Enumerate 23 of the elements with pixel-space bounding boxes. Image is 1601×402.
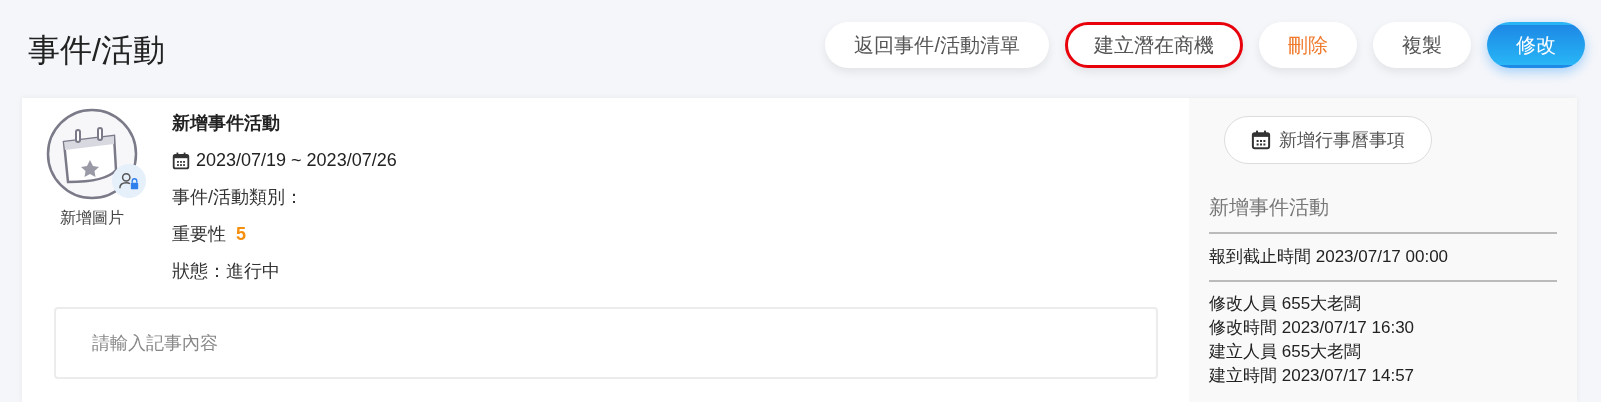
action-button[interactable]: 建立潛在商機 <box>1065 22 1243 68</box>
page-title: 事件/活動 <box>28 31 165 70</box>
event-category: 事件/活動類別： <box>172 186 304 209</box>
event-name: 新增事件活動 <box>172 112 281 135</box>
add-calendar-button[interactable]: 新增行事曆事項 <box>1224 116 1432 164</box>
event-status: 狀態：進行中 <box>172 260 281 283</box>
note-field[interactable]: 請輸入記事內容 <box>54 307 1158 379</box>
action-button[interactable]: 返回事件/活動清單 <box>825 22 1049 68</box>
avatar-caption: 新增圖片 <box>60 208 124 228</box>
event-date-range: 2023/07/19 ~ 2023/07/26 <box>196 149 397 172</box>
calendar-icon <box>172 151 190 170</box>
action-button[interactable]: 複製 <box>1373 22 1471 68</box>
audit-line: 建立時間 2023/07/17 14:57 <box>1209 364 1416 387</box>
calendar-avatar-icon[interactable] <box>46 108 138 200</box>
audit-line: 建立人員 655大老闆 <box>1209 340 1363 363</box>
calendar-icon <box>1251 130 1271 150</box>
audit-line: 修改人員 655大老闆 <box>1209 292 1363 315</box>
side-title: 新增事件活動 <box>1209 192 1557 234</box>
audit-line: 修改時間 2023/07/17 16:30 <box>1209 316 1416 339</box>
importance-label: 重要性 <box>172 223 226 246</box>
deadline-text: 報到截止時間 2023/07/17 00:00 <box>1209 234 1557 282</box>
importance-value: 5 <box>236 223 246 246</box>
user-lock-badge-icon <box>112 164 146 198</box>
